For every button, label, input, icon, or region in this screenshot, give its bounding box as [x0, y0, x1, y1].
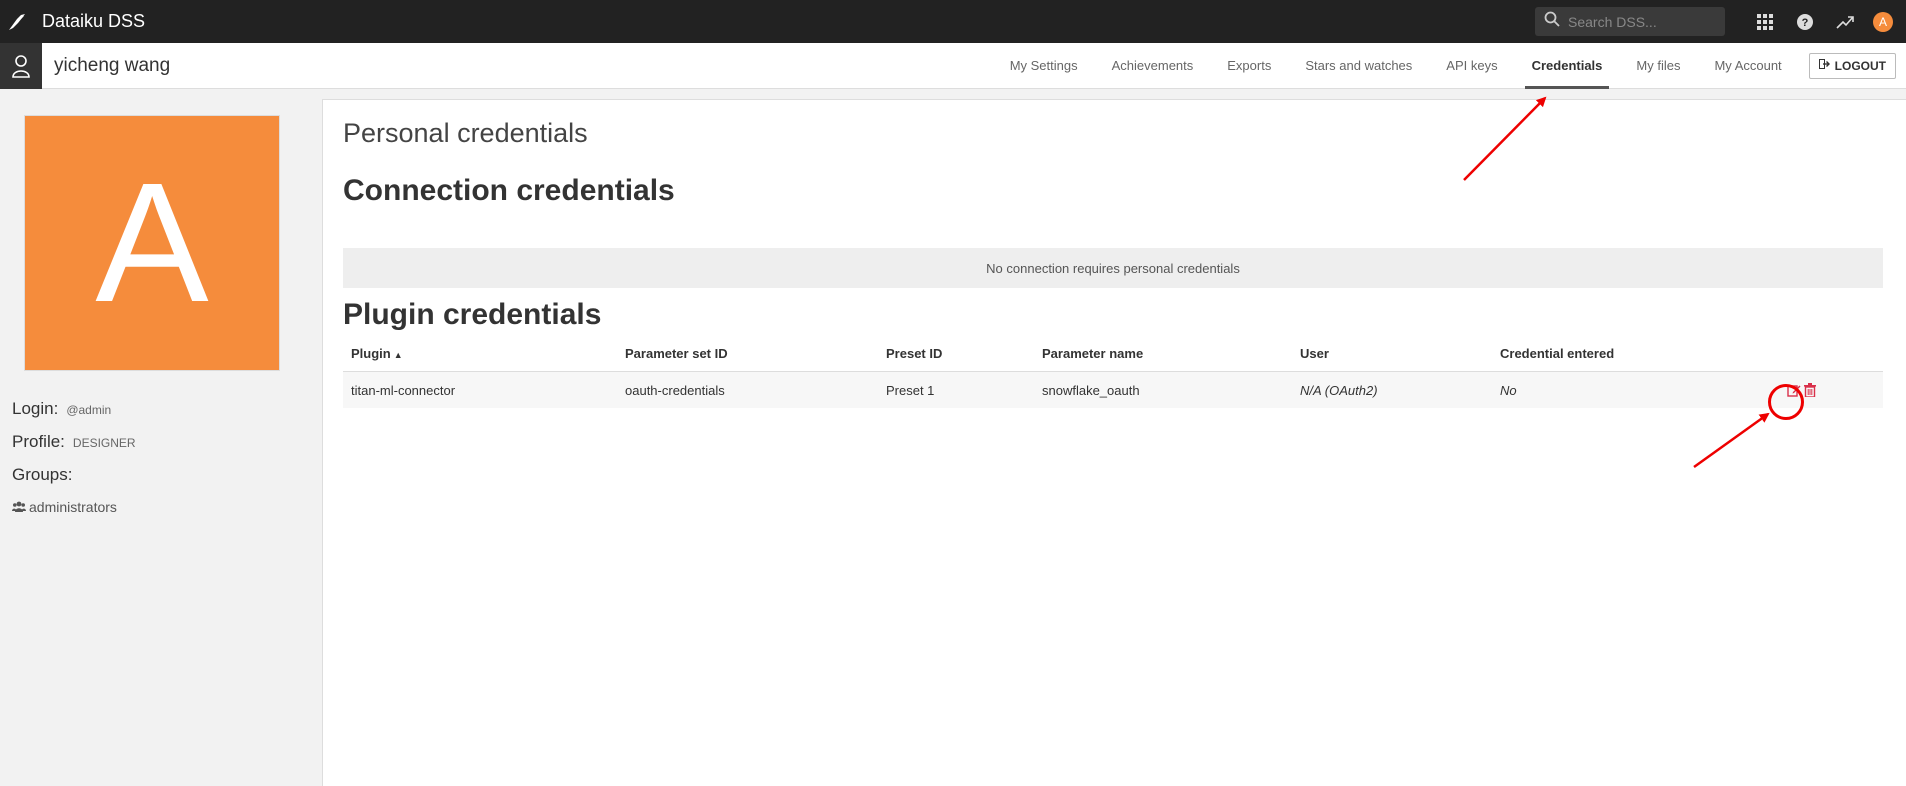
tab-achievements[interactable]: Achievements: [1095, 43, 1211, 89]
tab-my-files[interactable]: My files: [1619, 43, 1697, 89]
cell-credential-entered: No: [1500, 382, 1517, 398]
profile-sidebar: A Login: @admin Profile: DESIGNER Groups…: [0, 89, 322, 786]
cell-parameter-set-id: oauth-credentials: [625, 382, 725, 398]
svg-text:?: ?: [1802, 17, 1809, 29]
search-icon: [1544, 11, 1560, 32]
cell-user: N/A (OAuth2): [1300, 382, 1378, 398]
tab-exports[interactable]: Exports: [1210, 43, 1288, 89]
sign-out-icon: [1818, 59, 1830, 72]
tab-my-settings[interactable]: My Settings: [993, 43, 1095, 89]
logout-label: LOGOUT: [1834, 58, 1886, 73]
header-plugin[interactable]: Plugin ▲: [343, 346, 617, 361]
header-parameter-name[interactable]: Parameter name: [1034, 346, 1292, 361]
header-preset-id[interactable]: Preset ID: [878, 346, 1034, 361]
login-row: Login: @admin: [12, 399, 111, 419]
page-title: Personal credentials: [343, 118, 588, 148]
cell-parameter-name: snowflake_oauth: [1042, 382, 1140, 398]
main-panel: Personal credentials Connection credenti…: [322, 99, 1906, 786]
header-user[interactable]: User: [1292, 346, 1492, 361]
annotation-circle: [1768, 384, 1804, 420]
tab-stars-and-watches[interactable]: Stars and watches: [1288, 43, 1429, 89]
connection-empty-message: No connection requires personal credenti…: [343, 248, 1883, 288]
profile-label: Profile:: [12, 432, 65, 451]
tab-api-keys[interactable]: API keys: [1429, 43, 1514, 89]
connection-credentials-title: Connection credentials: [343, 174, 675, 207]
profile-row: Profile: DESIGNER: [12, 432, 136, 452]
sort-asc-icon: ▲: [393, 350, 403, 360]
plugin-credentials-table: Plugin ▲ Parameter set ID Preset ID Param…: [343, 336, 1883, 408]
user-icon: [0, 42, 42, 89]
search-box[interactable]: [1535, 7, 1725, 36]
user-bar: yicheng wang My Settings Achievements Ex…: [0, 42, 1906, 89]
user-avatar-small[interactable]: A: [1873, 11, 1893, 32]
header-credential-entered[interactable]: Credential entered: [1492, 346, 1742, 361]
profile-value: DESIGNER: [72, 436, 136, 450]
delete-trash-icon[interactable]: [1802, 382, 1818, 398]
group-item: administrators: [12, 499, 117, 515]
dataiku-logo-icon[interactable]: [0, 0, 34, 43]
logout-button[interactable]: LOGOUT: [1808, 52, 1896, 79]
login-value: @admin: [66, 403, 112, 417]
user-name: yicheng wang: [54, 54, 171, 76]
login-label: Login:: [12, 399, 59, 418]
help-icon[interactable]: ?: [1785, 0, 1825, 43]
cell-plugin: titan-ml-connector: [351, 382, 456, 398]
cell-preset-id: Preset 1: [886, 382, 935, 398]
row-actions: [1742, 382, 1883, 398]
table-row: titan-ml-connector oauth-credentials Pre…: [343, 372, 1883, 408]
apps-grid-icon[interactable]: [1745, 0, 1785, 43]
table-header: Plugin ▲ Parameter set ID Preset ID Param…: [343, 336, 1883, 372]
tab-my-account[interactable]: My Account: [1697, 43, 1798, 89]
users-group-icon: [12, 499, 26, 515]
tab-credentials[interactable]: Credentials: [1515, 43, 1620, 89]
plugin-credentials-title: Plugin credentials: [343, 298, 602, 331]
activity-trend-icon[interactable]: [1825, 0, 1865, 43]
header-parameter-set-id[interactable]: Parameter set ID: [617, 346, 878, 361]
groups-row: Groups:: [12, 465, 72, 485]
header-plugin-label: Plugin: [351, 346, 391, 361]
profile-nav: My Settings Achievements Exports Stars a…: [993, 43, 1906, 89]
groups-label: Groups:: [12, 465, 73, 484]
user-avatar-large: A: [24, 115, 280, 371]
top-bar: Dataiku DSS ? A: [0, 0, 1906, 43]
group-name[interactable]: administrators: [29, 499, 117, 515]
app-title[interactable]: Dataiku DSS: [42, 11, 145, 32]
search-input[interactable]: [1568, 13, 1718, 30]
